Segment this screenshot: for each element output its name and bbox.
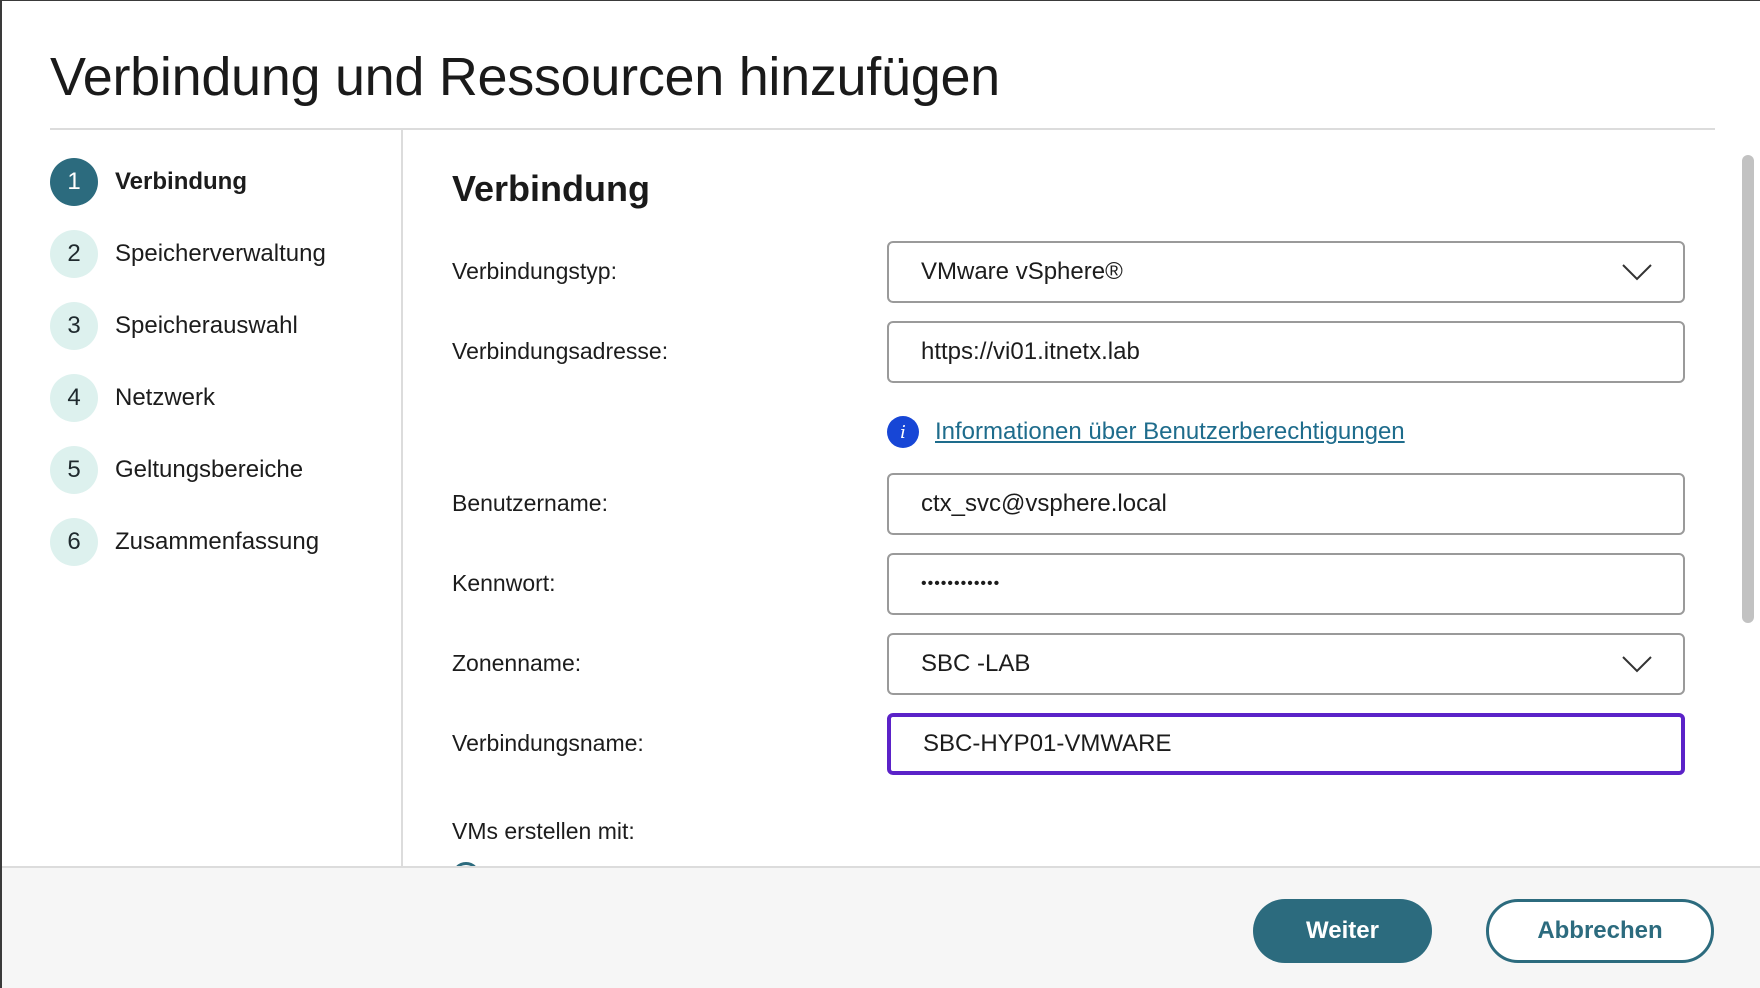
chevron-down-icon: [1622, 264, 1652, 281]
zone-name-value: SBC -LAB: [921, 650, 1031, 677]
password-input[interactable]: ••••••••••••: [887, 553, 1685, 615]
step-geltungsbereiche[interactable]: 5 Geltungsbereiche: [50, 446, 303, 494]
user-permissions-info: i Informationen über Benutzerberechtigun…: [887, 416, 1405, 448]
cancel-button[interactable]: Abbrechen: [1486, 899, 1714, 963]
step-label: Speicherauswahl: [115, 312, 298, 339]
connection-name-label: Verbindungsname:: [452, 730, 644, 756]
username-label: Benutzername:: [452, 490, 608, 516]
step-number: 2: [50, 230, 98, 278]
step-zusammenfassung[interactable]: 6 Zusammenfassung: [50, 518, 319, 566]
connection-address-value: https://vi01.itnetx.lab: [921, 338, 1140, 365]
zone-name-label: Zonenname:: [452, 650, 582, 676]
password-label: Kennwort:: [452, 570, 556, 596]
user-permissions-link[interactable]: Informationen über Benutzerberechtigunge…: [935, 418, 1405, 446]
step-number: 4: [50, 374, 98, 422]
step-speicherauswahl[interactable]: 3 Speicherauswahl: [50, 302, 298, 350]
step-label: Netzwerk: [115, 384, 216, 411]
step-verbindung[interactable]: 1 Verbindung: [50, 158, 247, 206]
step-number: 5: [50, 446, 98, 494]
step-label: Zusammenfassung: [115, 528, 320, 555]
step-netzwerk[interactable]: 4 Netzwerk: [50, 374, 215, 422]
step-number: 6: [50, 518, 98, 566]
step-number: 3: [50, 302, 98, 350]
step-speicherverwaltung[interactable]: 2 Speicherverwaltung: [50, 230, 326, 278]
password-value: ••••••••••••: [921, 575, 1001, 592]
step-label: Geltungsbereiche: [115, 456, 304, 483]
info-icon: i: [887, 416, 919, 448]
scrollbar[interactable]: [1742, 155, 1754, 623]
next-button[interactable]: Weiter: [1253, 899, 1432, 963]
panel-divider: [401, 130, 403, 866]
step-label: Speicherverwaltung: [115, 240, 326, 267]
username-value: ctx_svc@vsphere.local: [921, 490, 1167, 517]
create-vms-with-label: VMs erstellen mit:: [452, 818, 635, 844]
username-input[interactable]: ctx_svc@vsphere.local: [887, 473, 1685, 535]
connection-type-label: Verbindungstyp:: [452, 258, 617, 284]
zone-name-select[interactable]: SBC -LAB: [887, 633, 1685, 695]
connection-type-select[interactable]: VMware vSphere®: [887, 241, 1685, 303]
connection-name-value: SBC-HYP01-VMWARE: [923, 730, 1172, 757]
connection-address-label: Verbindungsadresse:: [452, 338, 669, 364]
chevron-down-icon: [1622, 656, 1652, 673]
connection-type-value: VMware vSphere®: [921, 258, 1123, 285]
section-title: Verbindung: [452, 168, 650, 209]
dialog-title: Verbindung und Ressourcen hinzufügen: [50, 47, 1000, 107]
connection-address-input[interactable]: https://vi01.itnetx.lab: [887, 321, 1685, 383]
step-label: Verbindung: [115, 168, 247, 195]
title-divider: [50, 128, 1715, 130]
connection-name-input[interactable]: SBC-HYP01-VMWARE: [887, 713, 1685, 775]
step-number: 1: [50, 158, 98, 206]
